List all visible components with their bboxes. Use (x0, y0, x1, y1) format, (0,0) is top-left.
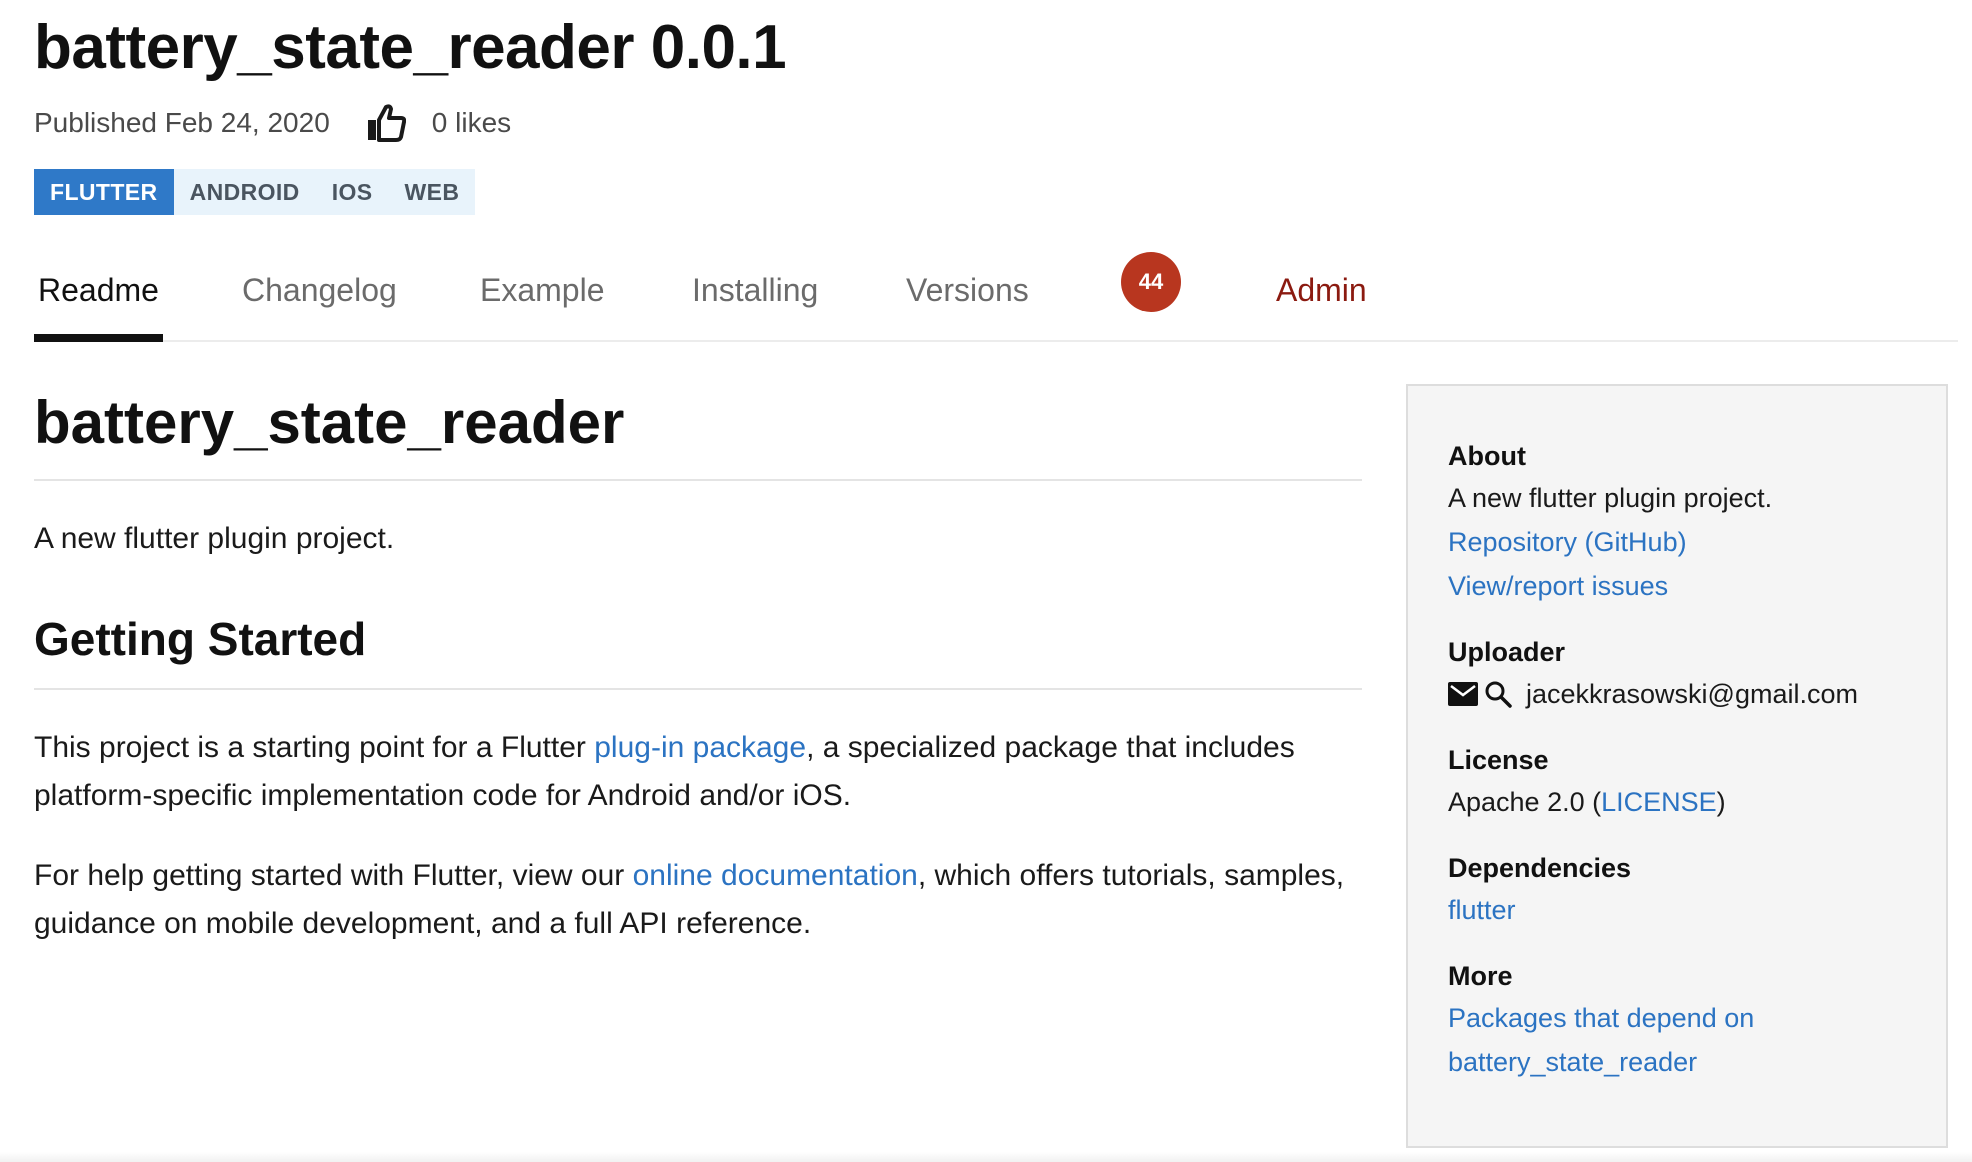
license-name: Apache 2.0 ( (1448, 787, 1602, 817)
about-heading: About (1448, 441, 1526, 471)
platform-tags: FLUTTER ANDROID IOS WEB (34, 169, 476, 215)
license-section: License Apache 2.0 (LICENSE) (1448, 740, 1906, 824)
dependencies-section: Dependencies flutter (1448, 848, 1906, 932)
license-close: ) (1716, 787, 1726, 817)
mail-icon[interactable] (1448, 682, 1478, 706)
issues-link[interactable]: View/report issues (1448, 564, 1906, 608)
more-section: More Packages that depend on battery_sta… (1448, 956, 1906, 1084)
likes-count: 0 likes (431, 107, 512, 138)
online-documentation-link[interactable]: online documentation (633, 859, 918, 892)
uploader-section: Uploader jacekkrasowski@gmail.com (1448, 632, 1906, 716)
package-page: battery_state_reader 0.0.1 Published Feb… (34, 0, 1958, 1162)
tab-changelog[interactable]: Changelog (242, 250, 397, 342)
tab-example[interactable]: Example (480, 250, 605, 342)
dependents-link-package[interactable]: battery_state_reader (1448, 1040, 1906, 1084)
plugin-package-link[interactable]: plug-in package (594, 731, 806, 764)
dependency-link-flutter[interactable]: flutter (1448, 888, 1906, 932)
paragraph-text: For help getting started with Flutter, v… (34, 859, 633, 892)
paragraph-text: This project is a starting point for a F… (34, 731, 595, 764)
score-badge[interactable]: 44 (1121, 252, 1181, 312)
uploader-email: jacekkrasowski@gmail.com (1526, 679, 1858, 709)
tag-web[interactable]: WEB (389, 169, 476, 215)
readme-intro: A new flutter plugin project. (34, 522, 395, 555)
tag-ios[interactable]: IOS (316, 169, 389, 215)
published-date: Published Feb 24, 2020 (34, 107, 330, 138)
package-title: battery_state_reader 0.0.1 (34, 13, 787, 82)
dependencies-heading: Dependencies (1448, 853, 1632, 883)
tab-versions[interactable]: Versions (906, 250, 1029, 342)
package-sidebar: About A new flutter plugin project. Repo… (1406, 384, 1948, 1148)
more-heading: More (1448, 961, 1513, 991)
uploader-row: jacekkrasowski@gmail.com (1448, 672, 1906, 716)
tab-installing[interactable]: Installing (692, 250, 818, 342)
package-tabs: Readme Changelog Example Installing Vers… (34, 250, 1958, 342)
section-title: Getting Started (34, 612, 1362, 690)
license-link[interactable]: LICENSE (1601, 787, 1717, 817)
tag-flutter[interactable]: FLUTTER (34, 169, 174, 215)
page-bottom-edge (0, 1152, 1972, 1162)
license-heading: License (1448, 745, 1549, 775)
readme-paragraph: For help getting started with Flutter, v… (34, 852, 1362, 948)
tab-readme[interactable]: Readme (34, 250, 163, 342)
tab-admin[interactable]: Admin (1276, 250, 1367, 342)
uploader-heading: Uploader (1448, 637, 1566, 667)
readme-paragraph: This project is a starting point for a F… (34, 724, 1362, 820)
about-description: A new flutter plugin project. (1448, 483, 1773, 513)
search-icon[interactable] (1484, 680, 1512, 708)
dependents-link[interactable]: Packages that depend on (1448, 996, 1906, 1040)
license-text: Apache 2.0 (LICENSE) (1448, 780, 1906, 824)
thumbs-up-icon[interactable] (360, 100, 412, 146)
about-section: About A new flutter plugin project. Repo… (1448, 436, 1906, 608)
readme-title: battery_state_reader (34, 388, 1362, 481)
tag-android[interactable]: ANDROID (174, 169, 316, 215)
repository-link[interactable]: Repository (GitHub) (1448, 520, 1906, 564)
package-meta: Published Feb 24, 2020 0 likes (34, 100, 511, 146)
